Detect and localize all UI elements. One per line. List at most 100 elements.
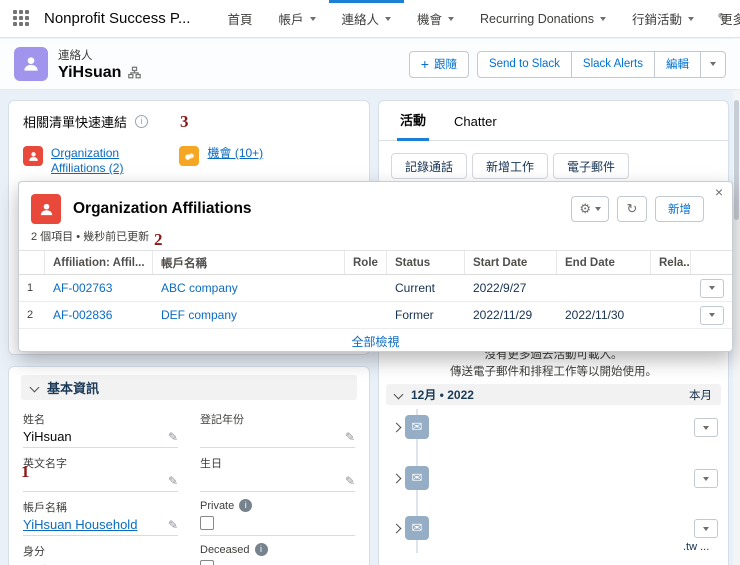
expand-chevron-icon[interactable] [391,422,402,433]
annotation-number-2: 2 [154,230,163,249]
timeline-item: ✉ [379,516,728,542]
edit-pencil-icon[interactable]: ✎ [345,431,355,443]
col-end-date[interactable]: End Date [557,251,651,274]
gear-icon: ⚙ [579,201,591,216]
field-private: Private i [200,492,355,536]
timeline-month-header[interactable]: 12月 • 2022 本月 [386,384,721,405]
field-label: Deceased [200,543,250,556]
chevron-down-icon [703,425,709,430]
scrollbar-thumb[interactable] [734,100,739,220]
email-icon: ✉ [405,415,429,439]
popup-title: Organization Affiliations [73,200,252,217]
empty-state-line2: 傳送電子郵件和排程工作等以開始使用。 [450,366,657,378]
edit-pencil-icon[interactable]: ✎ [168,431,178,443]
scrollbar-track [733,38,740,565]
tab-activity[interactable]: 活動 [396,110,430,141]
app-name: Nonprofit Success P... [44,10,191,27]
field-label: 姓名 [23,414,45,426]
edit-pencil-icon[interactable]: ✎ [168,475,178,487]
cell-end-date: 2022/11/30 [565,308,625,322]
field-value: YiHsuan [23,429,72,444]
edit-pencil-icon[interactable]: ✎ [345,475,355,487]
private-checkbox[interactable] [200,516,214,530]
col-affiliation[interactable]: Affiliation: Affil... [45,251,153,274]
hierarchy-icon[interactable] [128,66,142,79]
chevron-down-icon [709,286,715,290]
view-all-link[interactable]: 全部檢視 [351,333,399,350]
table-row: 2 AF-002836 DEF company Former 2022/11/2… [19,302,732,329]
chevron-down-icon [709,313,715,317]
row-actions-button[interactable] [694,418,718,437]
cell-start-date: 2022/11/29 [473,308,533,322]
table-row: 1 AF-002763 ABC company Current 2022/9/2… [19,275,732,302]
field-label: 身分 [23,546,45,558]
affiliation-link[interactable]: AF-002836 [53,308,112,322]
row-actions-button[interactable] [694,469,718,488]
timeline-text-fragment: .tw ... [683,541,710,553]
tab-chatter[interactable]: Chatter [454,114,497,140]
info-icon: i [239,499,253,512]
quick-link-organization-affiliations[interactable]: Organization Affiliations (2) [23,146,123,176]
row-actions-button[interactable] [700,305,724,325]
edit-button[interactable]: 編輯 [655,50,701,78]
send-to-slack-button[interactable]: Send to Slack [476,50,572,78]
expand-chevron-icon[interactable] [391,523,402,534]
expand-chevron-icon[interactable] [391,473,402,484]
slack-alerts-button[interactable]: Slack Alerts [571,50,655,78]
quick-link-label: Organization Affiliations (2) [51,146,124,175]
close-icon[interactable]: × [715,185,723,199]
app-launcher-icon[interactable] [13,10,30,27]
edit-pencil-icon[interactable]: ✎ [168,519,178,531]
cell-status: Current [395,281,436,295]
nav-tab-home[interactable]: 首頁 [214,0,265,37]
log-call-button[interactable]: 記錄通話 [391,153,468,179]
account-link[interactable]: YiHsuan Household [23,517,137,532]
field-account-name: 帳戶名稱 YiHsuan Household ✎ [23,492,178,536]
nav-tab-recurring-donations[interactable]: Recurring Donations [467,0,619,37]
row-actions-button[interactable] [700,278,724,298]
edit-pencil-icon[interactable]: ✎ [717,10,729,27]
email-icon: ✉ [405,516,429,540]
refresh-button[interactable]: ↻ [617,196,647,222]
record-identity: 連絡人 YiHsuan [58,47,142,82]
new-button[interactable]: 新增 [655,196,704,222]
quick-link-label: 機會 (10+) [207,146,264,160]
field-birthday: 生日 ✎ [200,448,355,492]
list-meta: 2 個項目 • 幾秒前已更新 [31,231,150,243]
chevron-down-icon [703,526,709,531]
field-label: 登記年份 [200,414,244,426]
nav-tab-accounts[interactable]: 帳戶 [265,0,328,37]
deceased-checkbox[interactable] [200,560,214,565]
col-account-name[interactable]: 帳戶名稱 [153,251,345,274]
email-icon: ✉ [405,466,429,490]
nav-tab-opportunities[interactable]: 機會 [404,0,467,37]
nav-tab-contacts[interactable]: 連絡人 [328,0,405,37]
col-status[interactable]: Status [387,251,465,274]
record-name: YiHsuan [58,63,122,81]
affiliation-link[interactable]: AF-002763 [53,281,112,295]
col-related[interactable]: Rela... [651,251,691,274]
account-link[interactable]: DEF company [161,308,237,322]
nav-tab-campaigns-label: 行銷活動 [631,13,682,27]
account-link[interactable]: ABC company [161,281,238,295]
follow-button[interactable]: + 跟隨 [408,50,469,78]
more-actions-button[interactable] [701,50,726,78]
email-button[interactable]: 電子郵件 [553,153,630,179]
quick-link-opportunities[interactable]: 機會 (10+) [179,146,263,176]
chevron-down-icon [448,16,455,21]
new-task-button[interactable]: 新增工作 [472,153,549,179]
chevron-down-icon [688,16,694,21]
row-actions-button[interactable] [694,519,718,538]
nav-tab-campaigns[interactable]: 行銷活動 [619,0,707,37]
this-month-label: 本月 [689,389,712,402]
nav-tab-home-label: 首頁 [227,13,253,27]
col-start-date[interactable]: Start Date [465,251,557,274]
field-label: 帳戶名稱 [23,502,67,514]
row-number: 1 [27,282,34,294]
detail-fields: 姓名 YiHsuan ✎ 登記年份 ✎ 英文名字 ✎ 生日 ✎ 帳戶名稱 YiH… [21,404,357,565]
list-settings-button[interactable]: ⚙ [571,196,609,222]
field-label: Private [200,499,235,512]
section-header-basic-info[interactable]: 基本資訊 [21,375,357,400]
organization-affiliations-popup: × Organization Affiliations ⚙ ↻ 新增 2 個項目… [18,181,733,352]
col-role[interactable]: Role [345,251,387,274]
